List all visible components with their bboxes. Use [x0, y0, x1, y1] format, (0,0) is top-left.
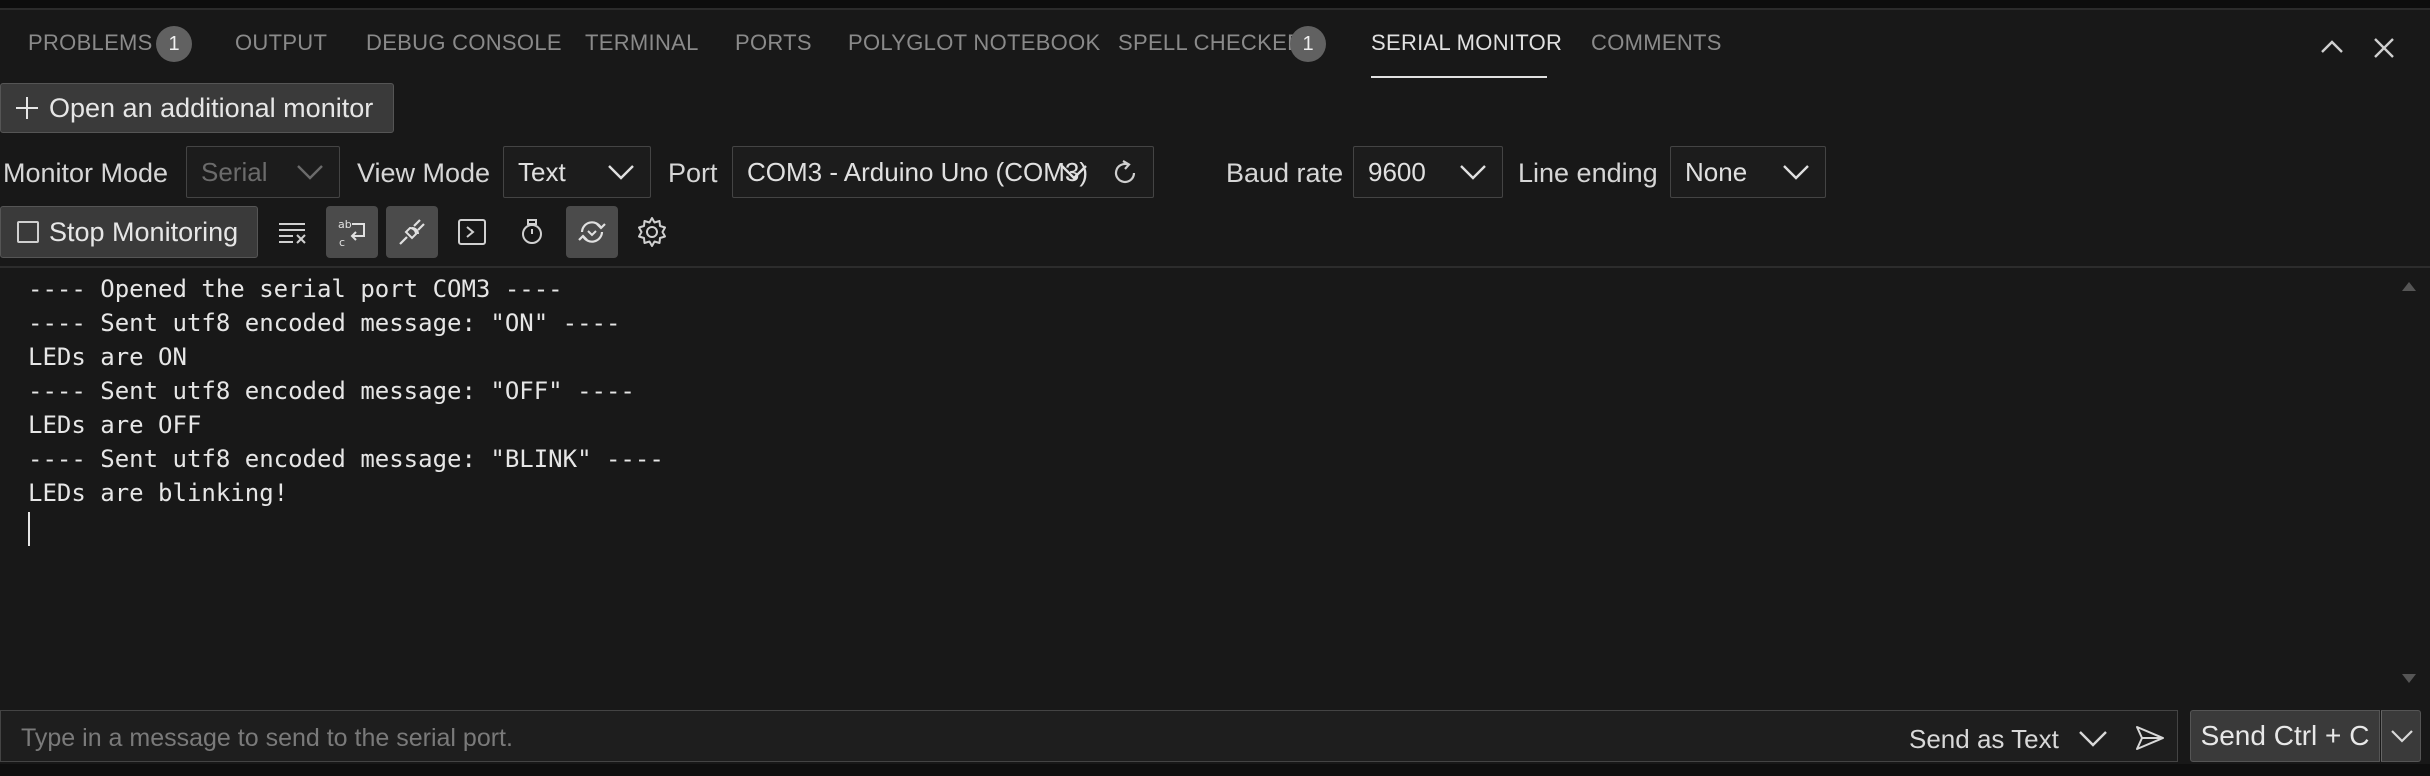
tab-serial-monitor[interactable]: SERIAL MONITOR	[1371, 30, 1562, 56]
close-panel-icon[interactable]	[2364, 28, 2404, 68]
serial-monitor-panel: PROBLEMS 1 OUTPUT DEBUG CONSOLE TERMINAL…	[0, 0, 2430, 776]
baud-rate-label: Baud rate	[1226, 158, 1344, 188]
monitor-toolbar: Stop Monitoring ab c	[0, 206, 2430, 258]
tab-problems[interactable]: PROBLEMS	[28, 30, 153, 56]
view-mode-value: Text	[518, 156, 566, 187]
panel-top-border	[0, 0, 2430, 10]
chevron-down-icon	[297, 165, 323, 180]
view-mode-select[interactable]: Text	[503, 146, 651, 198]
send-options-dropdown[interactable]	[2381, 710, 2421, 762]
settings-button[interactable]	[626, 206, 678, 258]
scroll-up-arrow-icon[interactable]	[2402, 282, 2416, 291]
output-line: LEDs are OFF	[28, 411, 202, 439]
tab-debug-console[interactable]: DEBUG CONSOLE	[366, 30, 562, 56]
status-strip	[0, 764, 2430, 776]
stop-monitoring-label: Stop Monitoring	[49, 216, 239, 247]
chevron-down-icon	[1460, 165, 1486, 180]
scroll-down-arrow-icon[interactable]	[2402, 674, 2416, 683]
toolbar-divider	[0, 266, 2430, 268]
baud-rate-value: 9600	[1368, 156, 1426, 187]
view-mode-label: View Mode	[357, 158, 491, 188]
output-line: LEDs are blinking!	[28, 479, 289, 507]
panel-tab-bar: PROBLEMS 1 OUTPUT DEBUG CONSOLE TERMINAL…	[0, 12, 2430, 78]
tab-terminal[interactable]: TERMINAL	[585, 30, 699, 56]
word-wrap-icon: ab c	[338, 218, 365, 249]
stop-square-icon	[17, 221, 39, 243]
word-wrap-toggle[interactable]: ab c	[326, 206, 378, 258]
serial-output-area[interactable]: ---- Opened the serial port COM3 ---- --…	[28, 272, 2378, 712]
chevron-down-icon	[1061, 165, 1087, 180]
tab-spell-checker[interactable]: SPELL CHECKER	[1118, 30, 1303, 56]
output-line: ---- Opened the serial port COM3 ----	[28, 275, 563, 303]
send-message-bar: Send as Text	[0, 710, 2178, 762]
monitor-mode-select: Serial	[186, 146, 340, 198]
port-value: COM3 - Arduino Uno (COM3)	[747, 156, 1088, 187]
send-arrow-icon[interactable]	[2133, 721, 2167, 755]
port-select[interactable]: COM3 - Arduino Uno (COM3)	[732, 146, 1154, 198]
svg-text:c: c	[339, 236, 345, 249]
message-input[interactable]	[19, 723, 1859, 753]
port-label: Port	[668, 158, 718, 188]
chevron-down-icon	[2391, 730, 2413, 743]
tab-polyglot-notebook[interactable]: POLYGLOT NOTEBOOK	[848, 30, 1100, 56]
chevron-down-icon	[1783, 165, 1809, 180]
output-line: ---- Sent utf8 encoded message: "ON" ---…	[28, 309, 621, 337]
plug-icon	[399, 219, 425, 245]
terminal-icon	[458, 219, 486, 245]
tab-output[interactable]: OUTPUT	[235, 30, 327, 56]
output-line: ---- Sent utf8 encoded message: "BLINK" …	[28, 445, 664, 473]
problems-count-badge: 1	[156, 26, 192, 62]
output-line: ---- Sent utf8 encoded message: "OFF" --…	[28, 377, 635, 405]
refresh-icon[interactable]	[1109, 157, 1141, 189]
clear-output-icon	[279, 223, 306, 244]
tab-comments[interactable]: COMMENTS	[1591, 30, 1722, 56]
open-monitor-label: Open an additional monitor	[49, 92, 374, 123]
baud-rate-select[interactable]: 9600	[1353, 146, 1503, 198]
send-mode-select[interactable]: Send as Text	[1909, 724, 2059, 755]
autoscroll-icon	[578, 221, 606, 243]
gear-icon	[638, 217, 666, 247]
tab-ports[interactable]: PORTS	[735, 30, 812, 56]
send-ctrl-c-label: Send Ctrl + C	[2200, 720, 2370, 751]
spell-checker-count-badge: 1	[1290, 26, 1326, 62]
maximize-panel-icon[interactable]	[2312, 28, 2352, 68]
monitor-mode-value: Serial	[201, 156, 268, 187]
monitor-mode-label: Monitor Mode	[3, 158, 169, 188]
send-ctrl-c-button[interactable]: Send Ctrl + C	[2190, 710, 2380, 762]
clear-output-button[interactable]	[266, 206, 318, 258]
plus-icon	[16, 97, 38, 119]
open-additional-monitor-button[interactable]: Open an additional monitor	[0, 83, 394, 133]
text-cursor	[28, 512, 30, 546]
output-line: LEDs are ON	[28, 343, 187, 371]
terminal-button[interactable]	[446, 206, 498, 258]
svg-text:ab: ab	[338, 218, 352, 231]
monitor-settings-row: Monitor Mode Serial View Mode Text Port …	[0, 146, 2430, 198]
line-ending-value: None	[1685, 156, 1748, 187]
connect-toggle[interactable]	[386, 206, 438, 258]
chevron-down-icon	[608, 165, 634, 180]
stopwatch-icon	[522, 219, 542, 244]
line-ending-select[interactable]: None	[1670, 146, 1826, 198]
timestamp-toggle[interactable]	[506, 206, 558, 258]
autoscroll-toggle[interactable]	[566, 206, 618, 258]
line-ending-label: Line ending	[1518, 158, 1658, 188]
chevron-down-icon[interactable]	[2077, 727, 2109, 751]
stop-monitoring-button[interactable]: Stop Monitoring	[0, 206, 258, 258]
active-tab-indicator	[1371, 76, 1547, 78]
